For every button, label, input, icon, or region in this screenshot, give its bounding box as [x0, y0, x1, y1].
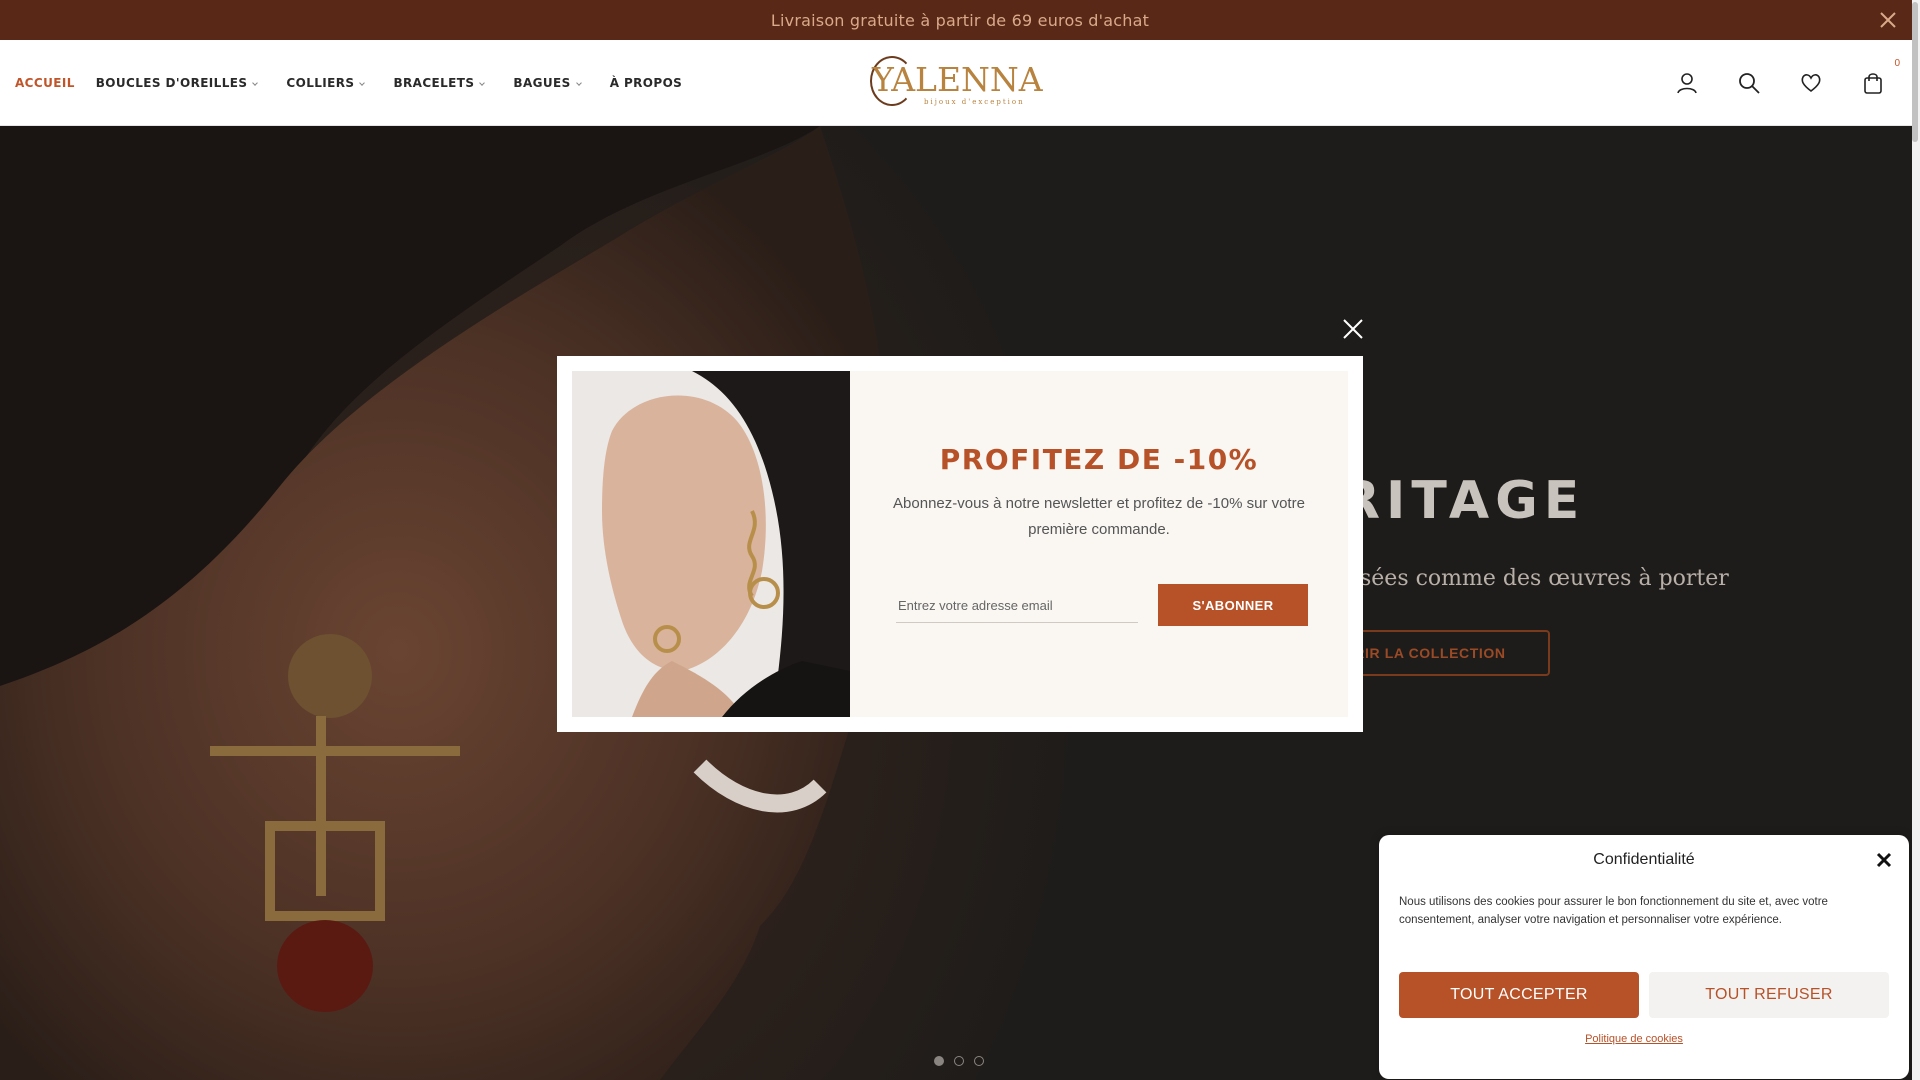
cookie-accept-button[interactable]: TOUT ACCEPTER — [1399, 972, 1639, 1018]
newsletter-content: PROFITEZ DE -10% Abonnez-vous à notre ne… — [850, 371, 1348, 717]
page-scrollbar[interactable] — [1912, 0, 1920, 1080]
cookie-policy-link[interactable]: Politique de cookies — [1379, 1033, 1889, 1045]
modal-close-icon[interactable] — [1342, 318, 1364, 340]
newsletter-title: PROFITEZ DE -10% — [939, 443, 1259, 476]
newsletter-text: Abonnez-vous à notre newsletter et profi… — [893, 495, 1305, 538]
cookie-title: Confidentialité — [1593, 851, 1695, 868]
subscribe-button[interactable]: S'ABONNER — [1158, 584, 1308, 626]
cookie-close-icon[interactable] — [1873, 849, 1895, 871]
scroll-thumb[interactable] — [1912, 2, 1918, 142]
cookie-refuse-button[interactable]: TOUT REFUSER — [1649, 972, 1889, 1018]
newsletter-inner: PROFITEZ DE -10% Abonnez-vous à notre ne… — [572, 371, 1348, 717]
newsletter-modal: PROFITEZ DE -10% Abonnez-vous à notre ne… — [557, 356, 1363, 732]
cookie-text: Nous utilisons des cookies pour assurer … — [1399, 896, 1828, 926]
cookie-consent-panel: Confidentialité Nous utilisons des cooki… — [1379, 835, 1909, 1079]
newsletter-email-input[interactable] — [896, 589, 1138, 623]
newsletter-model-image — [572, 371, 850, 717]
